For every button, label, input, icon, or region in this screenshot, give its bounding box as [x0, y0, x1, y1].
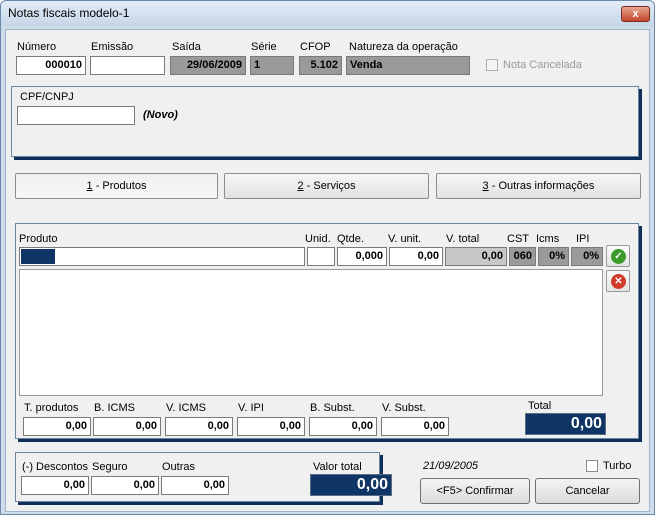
turbo-checkbox[interactable] — [586, 460, 598, 472]
confirm-button[interactable]: <F5> Confirmar — [420, 478, 530, 504]
date-label: 21/09/2005 — [423, 460, 479, 472]
serie-field: 1 — [250, 56, 294, 75]
descontos-label: (-) Descontos — [22, 461, 89, 473]
ipi-entry: 0% — [571, 247, 603, 266]
checkmark-icon: ✓ — [611, 249, 626, 264]
total-label: Total — [528, 400, 552, 412]
emissao-field[interactable] — [90, 56, 165, 75]
col-cst: CST — [507, 233, 529, 245]
saida-label: Saída — [172, 41, 201, 53]
nota-cancelada-checkbox[interactable] — [486, 59, 498, 71]
numero-label: Número — [17, 41, 57, 53]
v-icms-field: 0,00 — [165, 417, 233, 436]
col-unid: Unid. — [305, 233, 331, 245]
t-produtos-label: T. produtos — [24, 402, 79, 414]
valor-total-field: 0,00 — [310, 474, 392, 496]
v-ipi-label: V. IPI — [238, 402, 264, 414]
seguro-label: Seguro — [92, 461, 128, 473]
turbo-label: Turbo — [603, 460, 632, 472]
v-unit-entry[interactable]: 0,00 — [389, 247, 443, 266]
cfop-field: 5.102 — [299, 56, 342, 75]
cpf-field[interactable] — [17, 106, 135, 125]
tab-outras[interactable]: 3 - Outras informações — [436, 173, 641, 199]
tab-outras-label: - Outras informações — [488, 180, 595, 192]
close-button[interactable]: x — [621, 6, 650, 22]
b-icms-label: B. ICMS — [94, 402, 135, 414]
col-produto: Produto — [19, 233, 58, 245]
cliente-panel: CPF/CNPJ (Novo) — [11, 86, 639, 157]
total-field: 0,00 — [525, 413, 606, 435]
v-subst-field: 0,00 — [381, 417, 449, 436]
produto-entry[interactable] — [19, 247, 305, 266]
items-list[interactable] — [19, 269, 603, 396]
delete-icon: ✕ — [611, 274, 626, 289]
qtde-entry[interactable]: 0,000 — [337, 247, 387, 266]
icms-entry: 0% — [538, 247, 569, 266]
tab-produtos[interactable]: 1 - Produtos — [15, 173, 218, 199]
saida-field: 29/06/2009 — [170, 56, 246, 75]
col-qtde: Qtde. — [337, 233, 364, 245]
remove-item-button[interactable]: ✕ — [606, 270, 630, 292]
tab-servicos[interactable]: 2 - Serviços — [224, 173, 429, 199]
nota-cancelada-label: Nota Cancelada — [503, 59, 582, 71]
outras-field[interactable]: 0,00 — [161, 476, 229, 495]
natureza-label: Natureza da operação — [349, 41, 458, 53]
tab-produtos-label: - Produtos — [92, 180, 147, 192]
v-subst-label: V. Subst. — [382, 402, 426, 414]
cst-entry: 060 — [509, 247, 536, 266]
outras-label: Outras — [162, 461, 196, 473]
b-subst-label: B. Subst. — [310, 402, 355, 414]
v-total-entry: 0,00 — [445, 247, 507, 266]
app-window: Notas fiscais modelo-1 x Número 000010 E… — [0, 0, 655, 515]
unid-entry[interactable] — [307, 247, 335, 266]
natureza-field: Venda — [346, 56, 470, 75]
serie-label: Série — [251, 41, 277, 53]
footer-panel: (-) Descontos 0,00 Seguro 0,00 Outras 0,… — [15, 452, 392, 502]
numero-field[interactable]: 000010 — [16, 56, 86, 75]
items-panel: Produto Unid. Qtde. V. unit. V. total CS… — [15, 223, 639, 439]
window-title: Notas fiscais modelo-1 — [8, 6, 130, 20]
v-icms-label: V. ICMS — [166, 402, 206, 414]
t-produtos-field: 0,00 — [23, 417, 91, 436]
produto-entry-caret — [21, 249, 55, 264]
col-v-unit: V. unit. — [388, 233, 422, 245]
col-icms: Icms — [536, 233, 560, 245]
cancel-button[interactable]: Cancelar — [535, 478, 640, 504]
col-ipi: IPI — [576, 233, 590, 245]
cfop-label: CFOP — [300, 41, 331, 53]
v-ipi-field: 0,00 — [237, 417, 305, 436]
emissao-label: Emissão — [91, 41, 134, 53]
descontos-field[interactable]: 0,00 — [21, 476, 89, 495]
seguro-field[interactable]: 0,00 — [91, 476, 159, 495]
cpf-label: CPF/CNPJ — [20, 91, 74, 103]
add-item-button[interactable]: ✓ — [606, 245, 630, 267]
form-body: Número 000010 Emissão Saída 29/06/2009 S… — [5, 29, 650, 512]
b-subst-field: 0,00 — [309, 417, 377, 436]
valor-total-label: Valor total — [313, 461, 362, 473]
close-icon: x — [632, 8, 639, 20]
tab-servicos-label: - Serviços — [303, 180, 356, 192]
cliente-status: (Novo) — [143, 109, 178, 121]
col-v-total: V. total — [446, 233, 480, 245]
b-icms-field: 0,00 — [93, 417, 161, 436]
title-bar: Notas fiscais modelo-1 x — [1, 1, 654, 26]
